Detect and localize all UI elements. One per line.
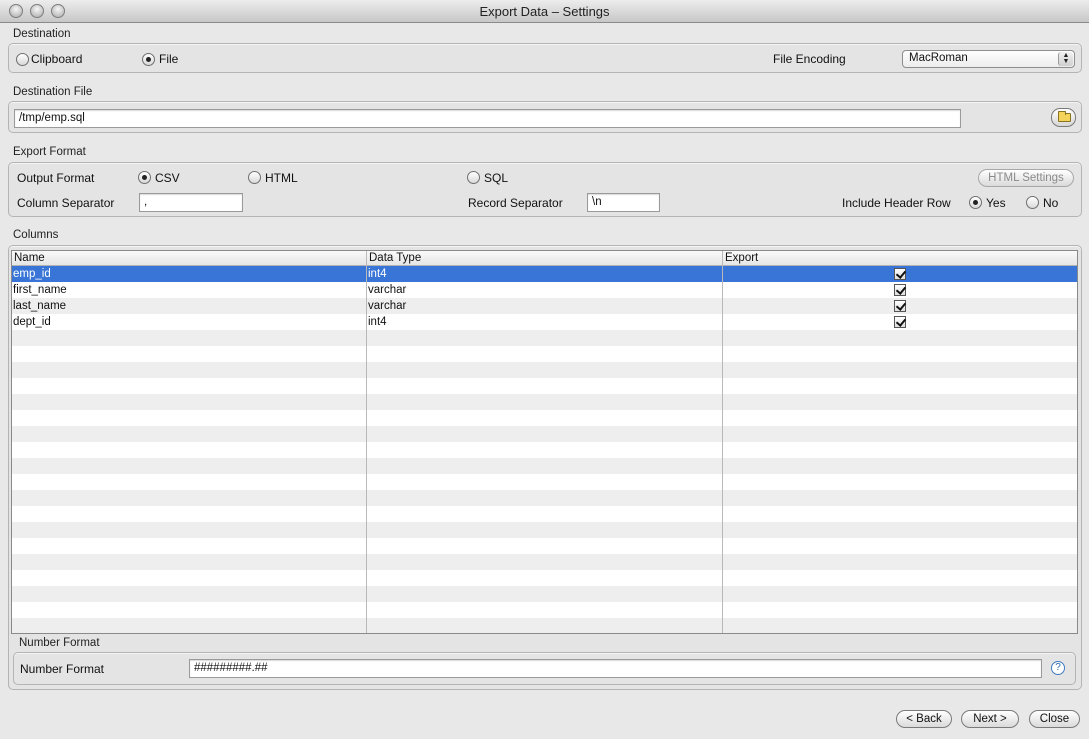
csv-radio[interactable]: [138, 171, 151, 184]
destination-file-panel: /tmp/emp.sql: [8, 101, 1082, 133]
sql-radio[interactable]: [467, 171, 480, 184]
cell-data-type: varchar: [368, 284, 407, 296]
csv-label: CSV: [155, 171, 180, 185]
header-no-radio[interactable]: [1026, 196, 1039, 209]
close-button[interactable]: Close: [1029, 710, 1080, 728]
cell-name: last_name: [13, 300, 67, 312]
header-yes-label: Yes: [986, 196, 1006, 210]
sql-label: SQL: [484, 171, 509, 185]
number-format-panel: Number Format #########.## ?: [13, 652, 1076, 685]
destination-group-label: Destination: [13, 28, 71, 40]
window-title: Export Data – Settings: [479, 4, 610, 19]
record-separator-label: Record Separator: [468, 196, 563, 210]
export-checkbox[interactable]: [894, 284, 906, 296]
table-row[interactable]: emp_id int4: [12, 266, 1077, 282]
record-separator-input[interactable]: \n: [587, 193, 660, 212]
export-checkbox[interactable]: [894, 268, 906, 280]
folder-icon: [1058, 111, 1071, 122]
header-no-label: No: [1043, 196, 1059, 210]
column-divider[interactable]: [722, 251, 723, 633]
file-radio[interactable]: [142, 53, 155, 66]
number-format-group-label: Number Format: [19, 637, 100, 649]
help-icon[interactable]: ?: [1051, 661, 1065, 675]
column-divider[interactable]: [366, 251, 367, 633]
cell-data-type: int4: [368, 268, 387, 280]
header-yes-radio[interactable]: [969, 196, 982, 209]
cell-name: first_name: [13, 284, 67, 296]
select-arrows-icon: ▲ ▼: [1058, 52, 1073, 66]
html-label: HTML: [265, 171, 298, 185]
header-data-type[interactable]: Data Type: [367, 251, 722, 266]
cell-data-type: varchar: [368, 300, 407, 312]
html-settings-button[interactable]: HTML Settings: [978, 169, 1074, 187]
cell-name: dept_id: [13, 316, 51, 328]
next-button[interactable]: Next >: [961, 710, 1019, 728]
back-button[interactable]: < Back: [896, 710, 952, 728]
include-header-label: Include Header Row: [842, 196, 951, 210]
columns-table: Name Data Type Export emp_id int4 first_…: [11, 250, 1078, 634]
browse-button[interactable]: [1051, 108, 1076, 127]
html-radio[interactable]: [248, 171, 261, 184]
destination-panel: Clipboard File File Encoding MacRoman ▲ ▼: [8, 43, 1082, 73]
clipboard-radio[interactable]: [16, 53, 29, 66]
number-format-label: Number Format: [20, 662, 105, 676]
export-checkbox[interactable]: [894, 300, 906, 312]
header-name[interactable]: Name: [12, 251, 366, 266]
table-header: Name Data Type Export: [12, 251, 1077, 266]
export-format-panel: Output Format CSV HTML SQL HTML Settings…: [8, 162, 1082, 217]
cell-name: emp_id: [13, 268, 51, 280]
file-encoding-select[interactable]: MacRoman ▲ ▼: [902, 50, 1075, 68]
cell-data-type: int4: [368, 316, 387, 328]
destination-path-input[interactable]: /tmp/emp.sql: [14, 109, 961, 128]
table-row[interactable]: first_name varchar: [12, 282, 1077, 298]
file-encoding-value: MacRoman: [909, 52, 968, 64]
column-separator-label: Column Separator: [17, 196, 115, 210]
file-label: File: [159, 52, 179, 66]
header-export[interactable]: Export: [723, 251, 1077, 266]
output-format-label: Output Format: [17, 171, 95, 185]
title-bar: Export Data – Settings: [0, 0, 1089, 23]
clipboard-label: Clipboard: [31, 52, 83, 66]
column-separator-input[interactable]: ,: [139, 193, 243, 212]
table-row[interactable]: dept_id int4: [12, 314, 1077, 330]
file-encoding-label: File Encoding: [773, 52, 846, 66]
destination-file-group-label: Destination File: [13, 86, 93, 98]
table-row[interactable]: last_name varchar: [12, 298, 1077, 314]
number-format-input[interactable]: #########.##: [189, 659, 1042, 678]
columns-group-label: Columns: [13, 229, 59, 241]
export-checkbox[interactable]: [894, 316, 906, 328]
export-format-group-label: Export Format: [13, 146, 86, 158]
